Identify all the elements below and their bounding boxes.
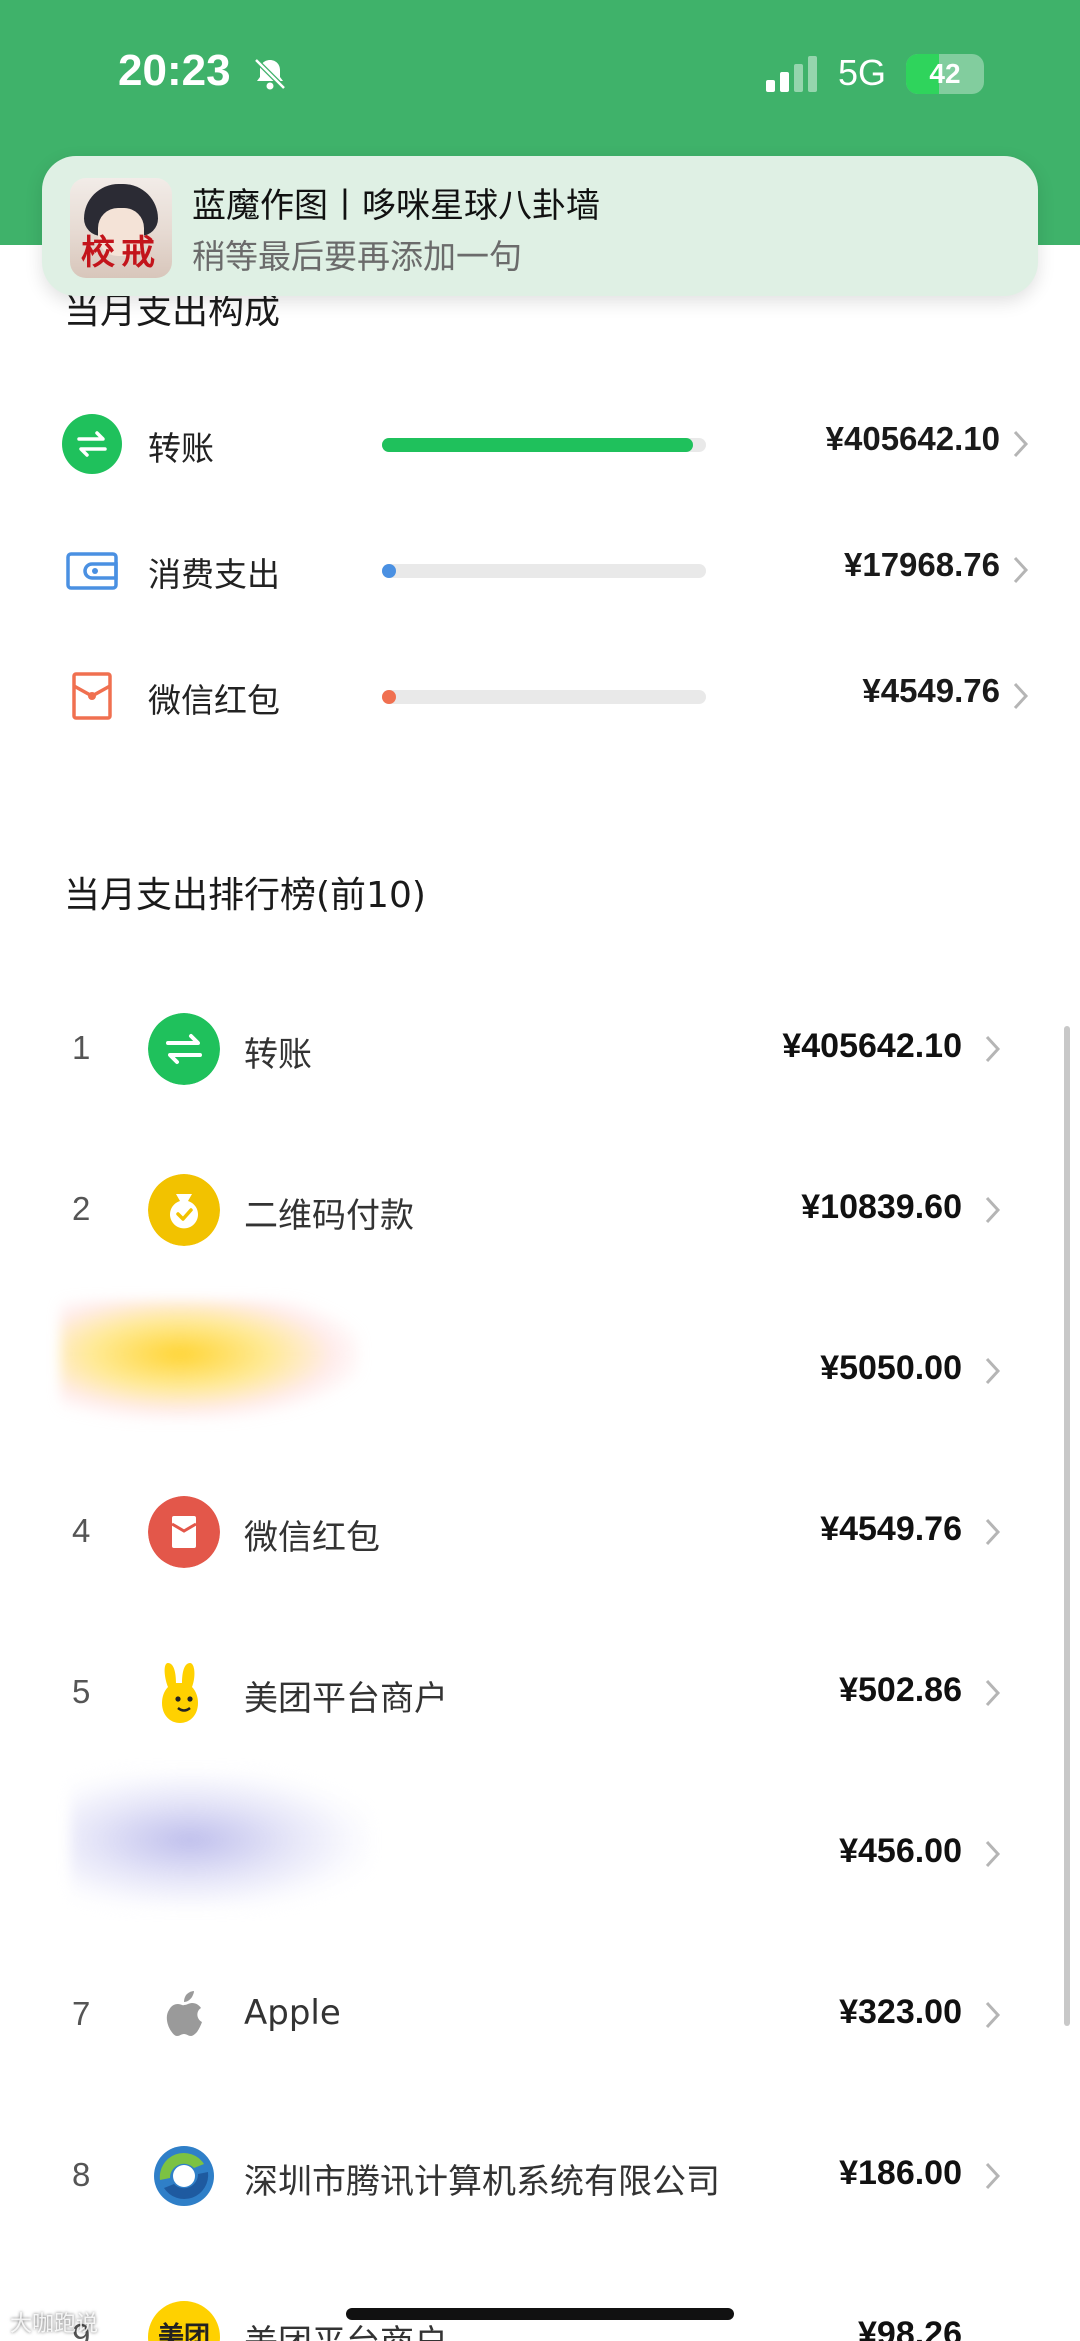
notification-avatar: 校戒 bbox=[70, 178, 172, 278]
composition-row-consumption[interactable]: 消费支出 ¥17968.76 bbox=[0, 530, 1080, 610]
rank-label: 转账 bbox=[244, 1035, 312, 1075]
notification-body: 稍等最后要再添加一句 bbox=[192, 237, 522, 276]
wallet-icon bbox=[66, 552, 118, 590]
rank-number: 8 bbox=[72, 2156, 91, 2193]
composition-label: 消费支出 bbox=[148, 555, 280, 594]
avatar-logo-text: 校戒 bbox=[81, 233, 161, 273]
apple-icon bbox=[166, 1991, 202, 2036]
ranking-title: 当月支出排行榜(前10) bbox=[64, 875, 426, 916]
transfer-icon bbox=[148, 1013, 220, 1085]
rank-amount: ¥10839.60 bbox=[801, 1188, 962, 1226]
rank-number: 5 bbox=[72, 1673, 91, 1710]
chevron-right-icon bbox=[985, 1840, 1001, 1868]
network-label: 5G bbox=[838, 52, 887, 93]
battery-level: 42 bbox=[929, 58, 961, 89]
watermark: 大咖跑说 bbox=[10, 2312, 99, 2337]
composition-row-transfer[interactable]: 转账 ¥405642.10 bbox=[0, 404, 1080, 484]
notification-banner[interactable]: 校戒 蓝魔作图丨哆咪星球八卦墙 稍等最后要再添加一句 bbox=[42, 156, 1038, 296]
composition-amount: ¥17968.76 bbox=[844, 546, 1000, 583]
rank-label: 二维码付款 bbox=[244, 1196, 414, 1236]
rank-label: Apple bbox=[244, 1993, 341, 2033]
composition-label: 微信红包 bbox=[148, 681, 280, 720]
rank-number: 1 bbox=[72, 1029, 91, 1066]
notification-title: 蓝魔作图丨哆咪星球八卦墙 bbox=[192, 186, 600, 226]
scrollbar[interactable] bbox=[1064, 1026, 1070, 2026]
chevron-right-icon bbox=[985, 1196, 1001, 1224]
chevron-right-icon bbox=[1013, 556, 1029, 584]
chevron-right-icon bbox=[1013, 682, 1029, 710]
ranking-row[interactable]: ¥456.00 bbox=[0, 1804, 1080, 1904]
rank-amount: ¥5050.00 bbox=[820, 1349, 962, 1387]
rank-amount: ¥405642.10 bbox=[782, 1027, 962, 1065]
red-packet-icon bbox=[148, 1496, 220, 1568]
battery-indicator: 42 bbox=[906, 54, 984, 94]
rank-number: 7 bbox=[72, 1995, 91, 2032]
rank-number: 4 bbox=[72, 1512, 91, 1549]
rank-amount: ¥323.00 bbox=[839, 1993, 962, 2031]
composition-progress bbox=[382, 690, 706, 704]
ranking-row[interactable]: 7 Apple ¥323.00 bbox=[0, 1965, 1080, 2065]
rank-amount: ¥456.00 bbox=[839, 1832, 962, 1870]
ranking-row[interactable]: ¥5050.00 bbox=[0, 1321, 1080, 1421]
composition-row-red-packet[interactable]: 微信红包 ¥4549.76 bbox=[0, 656, 1080, 736]
chevron-right-icon bbox=[985, 1679, 1001, 1707]
composition-label: 转账 bbox=[148, 429, 214, 468]
status-time: 20:23 bbox=[118, 46, 231, 95]
meituan-kangaroo-icon bbox=[162, 1663, 198, 1723]
chevron-right-icon bbox=[985, 2001, 1001, 2029]
chevron-right-icon bbox=[1013, 430, 1029, 458]
red-packet-icon bbox=[72, 672, 112, 720]
rank-label: 微信红包 bbox=[244, 1518, 380, 1558]
ranking-row[interactable]: 4 微信红包 ¥4549.76 bbox=[0, 1482, 1080, 1582]
tencent-icon bbox=[154, 2146, 214, 2206]
home-indicator[interactable] bbox=[346, 2308, 734, 2320]
rank-amount: ¥98.26 bbox=[858, 2315, 962, 2341]
rank-amount: ¥186.00 bbox=[839, 2154, 962, 2192]
ranking-row[interactable]: 2 二维码付款 ¥10839.60 bbox=[0, 1160, 1080, 1260]
meituan-icon: 美团 bbox=[148, 2301, 220, 2341]
ranking-row[interactable]: 1 转账 ¥405642.10 bbox=[0, 999, 1080, 1099]
composition-progress bbox=[382, 564, 706, 578]
composition-amount: ¥405642.10 bbox=[825, 420, 1000, 457]
ranking-row[interactable]: 8 深圳市腾讯计算机系统有限公司 ¥186.00 bbox=[0, 2126, 1080, 2226]
rank-amount: ¥502.86 bbox=[839, 1671, 962, 1709]
rank-label: 深圳市腾讯计算机系统有限公司 bbox=[244, 2162, 720, 2202]
composition-progress bbox=[382, 438, 706, 452]
composition-amount: ¥4549.76 bbox=[862, 672, 1000, 709]
transfer-icon bbox=[62, 414, 122, 474]
bell-muted-icon bbox=[254, 58, 286, 90]
chevron-right-icon bbox=[985, 1357, 1001, 1385]
signal-icon bbox=[766, 56, 817, 92]
chevron-right-icon bbox=[985, 2162, 1001, 2190]
rank-amount: ¥4549.76 bbox=[820, 1510, 962, 1548]
rank-label: 美团平台商户 bbox=[244, 1679, 448, 1719]
money-bag-icon bbox=[148, 1174, 220, 1246]
chevron-right-icon bbox=[985, 1518, 1001, 1546]
rank-number: 2 bbox=[72, 1190, 91, 1227]
chevron-right-icon bbox=[985, 1035, 1001, 1063]
ranking-row[interactable]: 5 美团平台商户 ¥502.86 bbox=[0, 1643, 1080, 1743]
